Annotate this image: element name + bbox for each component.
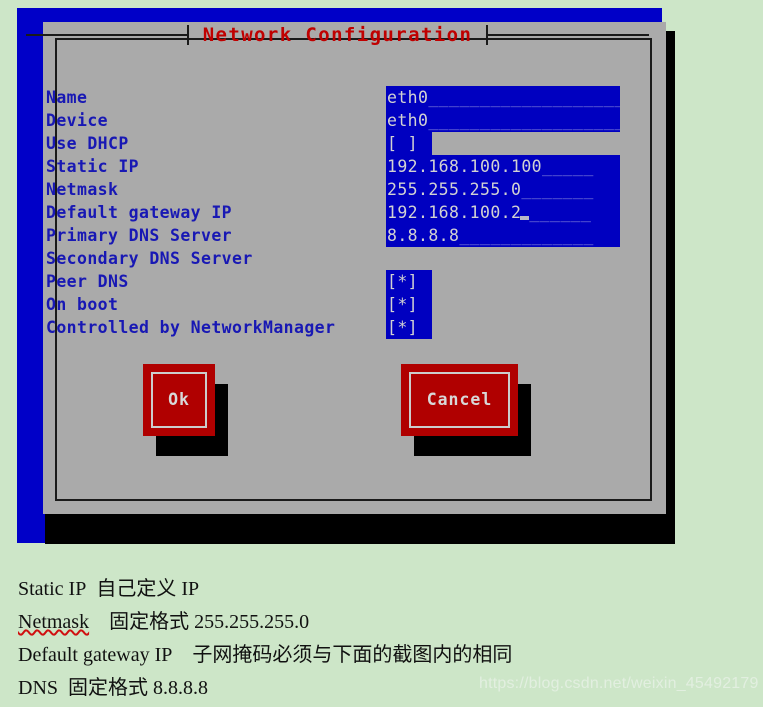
- note-line-3: Default gateway IP 子网掩码必须与下面的截图内的相同: [18, 639, 748, 672]
- checkbox-field[interactable]: [*]: [386, 316, 432, 339]
- form-row-label: On boot: [46, 295, 119, 314]
- cancel-button-label: Cancel: [426, 389, 493, 409]
- form-row[interactable]: Secondary DNS Server: [46, 247, 624, 270]
- form-row[interactable]: Default gateway IP 192.168.100.2 ______: [46, 201, 624, 224]
- note-line-2: Netmask 固定格式 255.255.255.0: [18, 606, 748, 639]
- text-input-fill: _____________: [459, 226, 594, 245]
- text-input-value: eth0: [387, 111, 429, 130]
- ok-button-face: Ok: [143, 364, 215, 436]
- form-row-label: Netmask: [46, 180, 119, 199]
- text-input-fill: ____________________: [428, 88, 620, 107]
- text-input-field[interactable]: 192.168.100.2 ______: [386, 201, 620, 224]
- text-input-field[interactable]: eth0____________________: [386, 86, 620, 109]
- network-config-form: Name eth0____________________ Device eth0__…: [46, 86, 624, 339]
- form-row-field[interactable]: [*]: [386, 293, 432, 316]
- form-row-field[interactable]: 255.255.255.0_______: [386, 178, 620, 201]
- checkbox-field[interactable]: [*]: [386, 270, 432, 293]
- cancel-button-inner-border: Cancel: [409, 372, 510, 428]
- form-row-label: Peer DNS: [46, 272, 129, 291]
- form-row-label: Name: [46, 88, 88, 107]
- text-input-value: 192.168.100.2: [387, 203, 522, 222]
- form-row-label: Use DHCP: [46, 134, 129, 153]
- text-input-value: 192.168.100.100: [387, 157, 543, 176]
- text-cursor: [520, 216, 530, 220]
- text-input-value: 8.8.8.8: [387, 226, 460, 245]
- form-row[interactable]: Netmask 255.255.255.0_______: [46, 178, 624, 201]
- form-row[interactable]: Name eth0____________________: [46, 86, 624, 109]
- form-row-field[interactable]: eth0____________________: [386, 86, 620, 109]
- form-row-label: Static IP: [46, 157, 140, 176]
- form-row[interactable]: Device eth0____________________: [46, 109, 624, 132]
- form-row[interactable]: Controlled by NetworkManager [*]: [46, 316, 624, 339]
- text-input-field[interactable]: eth0____________________: [386, 109, 620, 132]
- form-row-field[interactable]: 192.168.100.100_____: [386, 155, 620, 178]
- cancel-button-face: Cancel: [401, 364, 518, 436]
- form-row-field[interactable]: [ ]: [386, 132, 432, 155]
- note-2-term: Netmask: [18, 611, 90, 633]
- text-input-fill: _______: [521, 180, 594, 199]
- note-2-desc: 固定格式 255.255.255.0: [109, 611, 310, 633]
- ok-button-label: Ok: [168, 389, 190, 409]
- form-row-field[interactable]: 192.168.100.2 ______: [386, 201, 620, 224]
- form-row-label: Controlled by NetworkManager: [46, 318, 336, 337]
- form-row-label: Default gateway IP: [46, 203, 233, 222]
- form-row-field[interactable]: eth0____________________: [386, 109, 620, 132]
- note-1-term: Static IP: [18, 578, 87, 600]
- ok-button-inner-border: Ok: [151, 372, 207, 428]
- text-input-fill: ____________________: [428, 111, 620, 130]
- text-input-fill: _____: [542, 157, 594, 176]
- form-row-field[interactable]: [*]: [386, 270, 432, 293]
- form-row-label: Secondary DNS Server: [46, 249, 253, 268]
- form-row[interactable]: Peer DNS [*]: [46, 270, 624, 293]
- text-input-field[interactable]: 255.255.255.0_______: [386, 178, 620, 201]
- note-3-term: Default gateway IP: [18, 644, 173, 666]
- dialog-button-bar: Ok Cancel: [46, 364, 624, 464]
- checkbox-field[interactable]: [ ]: [386, 132, 432, 155]
- note-line-1: Static IP 自己定义 IP: [18, 573, 748, 606]
- watermark: https://blog.csdn.net/weixin_45492179: [479, 675, 759, 692]
- text-input-value: 255.255.255.0: [387, 180, 522, 199]
- form-row[interactable]: Static IP 192.168.100.100_____: [46, 155, 624, 178]
- note-1-desc: 自己定义 IP: [96, 578, 200, 600]
- form-row-field[interactable]: [386, 247, 620, 270]
- note-4-desc: 固定格式 8.8.8.8: [68, 677, 209, 699]
- text-input-fill: ______: [529, 203, 592, 222]
- form-row[interactable]: On boot [*]: [46, 293, 624, 316]
- note-3-desc: 子网掩码必须与下面的截图内的相同: [192, 644, 513, 666]
- form-row-label: Device: [46, 111, 109, 130]
- form-row[interactable]: Use DHCP [ ]: [46, 132, 624, 155]
- form-row-field[interactable]: [*]: [386, 316, 432, 339]
- text-input-field[interactable]: 192.168.100.100_____: [386, 155, 620, 178]
- note-4-term: DNS: [18, 677, 59, 699]
- form-row-label: Primary DNS Server: [46, 226, 233, 245]
- form-row[interactable]: Primary DNS Server 8.8.8.8_____________: [46, 224, 624, 247]
- checkbox-field[interactable]: [*]: [386, 293, 432, 316]
- text-input-field[interactable]: 8.8.8.8_____________: [386, 224, 620, 247]
- form-row-field[interactable]: 8.8.8.8_____________: [386, 224, 620, 247]
- text-input-value: eth0: [387, 88, 429, 107]
